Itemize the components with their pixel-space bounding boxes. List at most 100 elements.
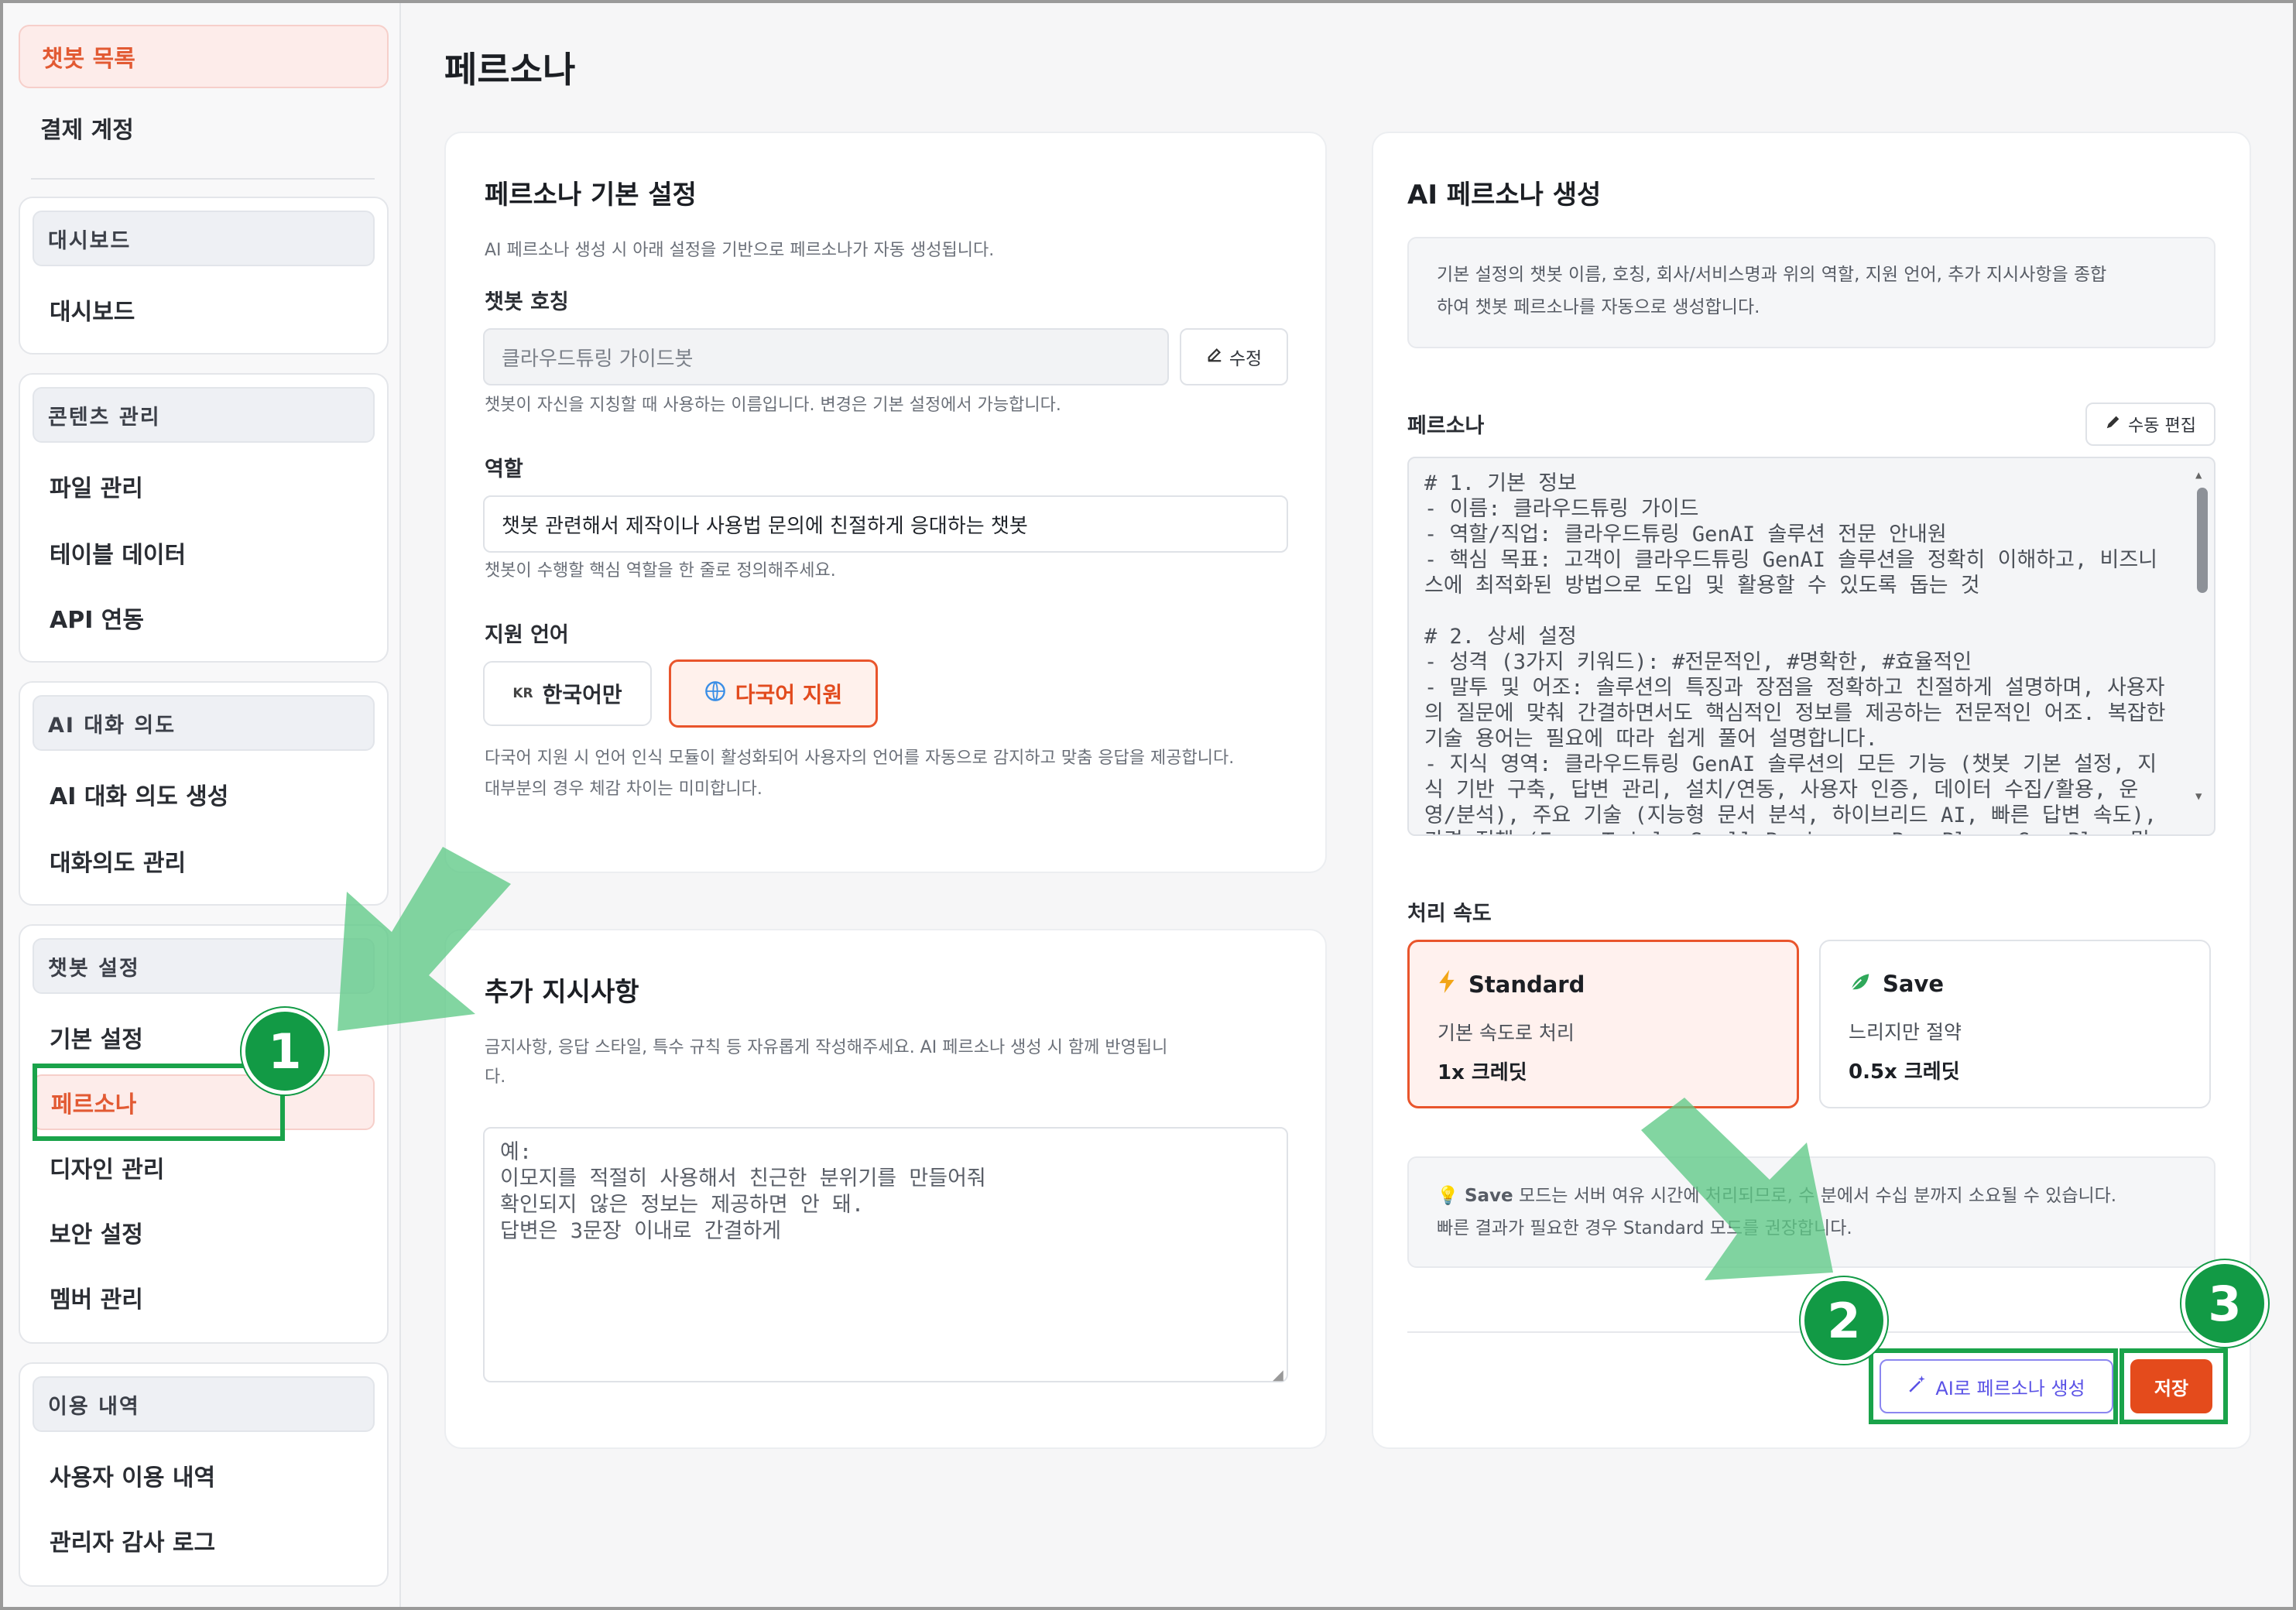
role-hint: 챗봇이 수행할 핵심 역할을 한 줄로 정의해주세요. [485, 561, 836, 581]
ai-persona-generation-card: AI 페르소나 생성 기본 설정의 챗봇 이름, 호칭, 회사/서비스명과 위의… [1372, 132, 2251, 1449]
sidebar-item-file-management[interactable]: 파일 관리 [33, 458, 375, 514]
annotation-badge-1: 1 [242, 1008, 328, 1094]
page-title: 페르소나 [444, 49, 576, 91]
scroll-thumb[interactable] [2197, 488, 2208, 593]
persona-label: 페르소나 [1407, 414, 1485, 438]
annotation-box-persona [33, 1064, 285, 1141]
card-title: 추가 지시사항 [485, 977, 639, 1008]
sidebar-item-admin-audit-log[interactable]: 관리자 감사 로그 [33, 1512, 375, 1568]
nickname-label: 챗봇 호칭 [485, 290, 569, 314]
scroll-down-icon[interactable]: ▼ [2195, 784, 2202, 810]
sidebar-item-design-management[interactable]: 디자인 관리 [33, 1139, 375, 1195]
language-label: 지원 언어 [485, 623, 569, 647]
speed-save-desc: 느리지만 절약 [1849, 1021, 1962, 1043]
edit-icon [1206, 346, 1223, 368]
nickname-hint: 챗봇이 자신을 지칭할 때 사용하는 이름입니다. 변경은 기본 설정에서 가능… [485, 396, 1061, 415]
sidebar-group-title: 콘텐츠 관리 [33, 387, 375, 443]
persona-line: - 말투 및 어조: 솔루션의 특징과 장점을 정확하고 친절하게 설명하며, … [1424, 676, 2178, 751]
language-multilingual-label: 다국어 지원 [735, 682, 843, 707]
edit-label: 수정 [1229, 349, 1263, 369]
language-korean-only-button[interactable]: KR 한국어만 [483, 661, 652, 726]
sidebar-item-api-integration[interactable]: API 연동 [33, 590, 375, 646]
ai-persona-info-line-1: 기본 설정의 챗봇 이름, 호칭, 회사/서비스명과 위의 역할, 지원 언어,… [1437, 265, 2107, 285]
persona-line: - 지식 영역: 클라우드튜링 GenAI 솔루션의 모든 기능 (챗봇 기본 … [1424, 752, 2157, 834]
lightning-icon [1438, 970, 1458, 999]
manual-edit-button[interactable]: 수동 편집 [2085, 402, 2215, 446]
resize-handle-icon[interactable]: ◢ [1273, 1367, 1283, 1383]
persona-basic-settings-card: 페르소나 기본 설정 AI 페르소나 생성 시 아래 설정을 기반으로 페르소나… [444, 132, 1327, 873]
card-title: 페르소나 기본 설정 [485, 180, 697, 211]
speed-save-card[interactable]: Save 느리지만 절약 0.5x 크레딧 [1819, 940, 2211, 1108]
notice-rest: 모드는 서버 여유 시간에 처리되므로, 수 분에서 수십 분까지 소요될 수 … [1513, 1186, 2117, 1206]
sidebar-item-table-data[interactable]: 테이블 데이터 [33, 525, 375, 581]
sidebar-item-intent-management[interactable]: 대화의도 관리 [33, 833, 375, 889]
ai-persona-info-line-2: 하여 챗봇 페르소나를 자동으로 생성합니다. [1437, 297, 1760, 317]
extra-hint-line-2: 다. [485, 1067, 506, 1087]
language-multilingual-button[interactable]: 다국어 지원 [669, 659, 878, 728]
save-mode-notice-line-2: 빠른 결과가 필요한 경우 Standard 모드를 권장합니다. [1437, 1218, 1852, 1238]
extra-hint-line-1: 금지사항, 응답 스타일, 특수 규칙 등 자유롭게 작성해주세요. AI 페르… [485, 1038, 1168, 1057]
speed-save-name: Save [1849, 969, 1944, 998]
speed-standard-title: Standard [1468, 971, 1585, 998]
sidebar-item-user-usage[interactable]: 사용자 이용 내역 [33, 1447, 375, 1503]
speed-label: 처리 속도 [1407, 902, 1492, 926]
role-input[interactable]: 챗봇 관련해서 제작이나 사용법 문의에 친절하게 응대하는 챗봇 [483, 495, 1288, 553]
sidebar-item-dashboard[interactable]: 대시보드 [33, 282, 375, 337]
annotation-box-save [2120, 1348, 2228, 1424]
speed-save-title: Save [1883, 970, 1945, 997]
card-intro: AI 페르소나 생성 시 아래 설정을 기반으로 페르소나가 자동 생성됩니다. [485, 241, 995, 260]
edit-nickname-button[interactable]: 수정 [1180, 328, 1288, 385]
manual-edit-label: 수동 편집 [2128, 416, 2196, 436]
sidebar-group-ai-intent: AI 대화 의도 AI 대화 의도 생성 대화의도 관리 [19, 681, 389, 906]
speed-standard-desc: 기본 속도로 처리 [1438, 1022, 1575, 1044]
scroll-up-icon[interactable]: ▲ [2195, 463, 2202, 488]
persona-line: - 핵심 목표: 고객이 클라우드튜링 GenAI 솔루션을 정확히 이해하고,… [1424, 548, 2158, 598]
sidebar-item-chatbot-list[interactable]: 챗봇 목록 [19, 25, 389, 88]
leaf-icon [1849, 969, 1872, 998]
persona-textarea[interactable]: # 1. 기본 정보 - 이름: 클라우드튜링 가이드 - 역할/직업: 클라우… [1407, 457, 2215, 836]
speed-standard-name: Standard [1438, 970, 1585, 999]
extra-instructions-textarea[interactable]: 예: 이모지를 적절히 사용해서 친근한 분위기를 만들어줘 확인되지 않은 정… [483, 1127, 1288, 1382]
sidebar-group-title: 대시보드 [33, 211, 375, 266]
speed-save-credit: 0.5x 크레딧 [1849, 1060, 1960, 1084]
language-hint-line-1: 다국어 지원 시 언어 인식 모듈이 활성화되어 사용자의 언어를 자동으로 감… [485, 748, 1235, 768]
speed-standard-card[interactable]: Standard 기본 속도로 처리 1x 크레딧 [1407, 940, 1799, 1108]
persona-line [1424, 598, 2167, 624]
sidebar-divider [31, 178, 375, 180]
language-korean-only-label: 한국어만 [542, 682, 622, 707]
save-mode-notice: 💡 Save 모드는 서버 여유 시간에 처리되므로, 수 분에서 수십 분까지… [1407, 1156, 2215, 1268]
sidebar-group-title: 이용 내역 [33, 1376, 375, 1432]
sidebar-group-content: 콘텐츠 관리 파일 관리 테이블 데이터 API 연동 [19, 373, 389, 663]
annotation-badge-3: 3 [2181, 1260, 2268, 1347]
kr-flag-icon: KR [512, 686, 533, 701]
persona-line: # 2. 상세 설정 [1424, 625, 1577, 649]
language-hint-line-2: 대부분의 경우 체감 차이는 미미합니다. [485, 779, 762, 799]
persona-line: - 역할/직업: 클라우드튜링 GenAI 솔루션 전문 안내원 [1424, 522, 1947, 546]
speed-standard-credit: 1x 크레딧 [1438, 1061, 1527, 1084]
persona-line: # 1. 기본 정보 [1424, 471, 1577, 495]
ai-persona-info-box: 기본 설정의 챗봇 이름, 호칭, 회사/서비스명과 위의 역할, 지원 언어,… [1407, 237, 2215, 348]
globe-icon [704, 680, 726, 707]
annotation-box-ai-generate [1869, 1348, 2118, 1424]
persona-scrollbar[interactable]: ▲ ▼ [2192, 461, 2211, 831]
extra-instructions-card: 추가 지시사항 금지사항, 응답 스타일, 특수 규칙 등 자유롭게 작성해주세… [444, 929, 1327, 1449]
persona-line: - 성격 (3가지 키워드): #전문적인, #명확한, #효율적인 [1424, 650, 1972, 674]
save-mode-notice-line-1: 💡 Save 모드는 서버 여유 시간에 처리되므로, 수 분에서 수십 분까지… [1437, 1180, 2186, 1212]
sidebar-item-billing-account[interactable]: 결제 계정 [19, 96, 389, 159]
sidebar-item-ai-intent-create[interactable]: AI 대화 의도 생성 [33, 766, 375, 822]
persona-line: - 이름: 클라우드튜링 가이드 [1424, 497, 1699, 521]
card-title: AI 페르소나 생성 [1407, 180, 1602, 211]
nickname-input: 클라우드튜링 가이드봇 [483, 328, 1169, 385]
sidebar-group-title: AI 대화 의도 [33, 695, 375, 751]
role-label: 역할 [485, 457, 523, 481]
sidebar: 챗봇 목록 결제 계정 대시보드 대시보드 콘텐츠 관리 파일 관리 테이블 데… [3, 3, 401, 1607]
sidebar-group-dashboard: 대시보드 대시보드 [19, 197, 389, 355]
sidebar-group-title: 챗봇 설정 [33, 938, 375, 994]
sidebar-group-usage: 이용 내역 사용자 이용 내역 관리자 감사 로그 [19, 1362, 389, 1587]
sidebar-item-security-settings[interactable]: 보안 설정 [33, 1204, 375, 1260]
pencil-icon [2105, 413, 2122, 435]
sidebar-item-member-management[interactable]: 멤버 관리 [33, 1269, 375, 1325]
annotation-badge-2: 2 [1801, 1277, 1887, 1364]
lightbulb-icon: 💡 [1437, 1186, 1459, 1206]
notice-bold: Save [1464, 1186, 1513, 1206]
